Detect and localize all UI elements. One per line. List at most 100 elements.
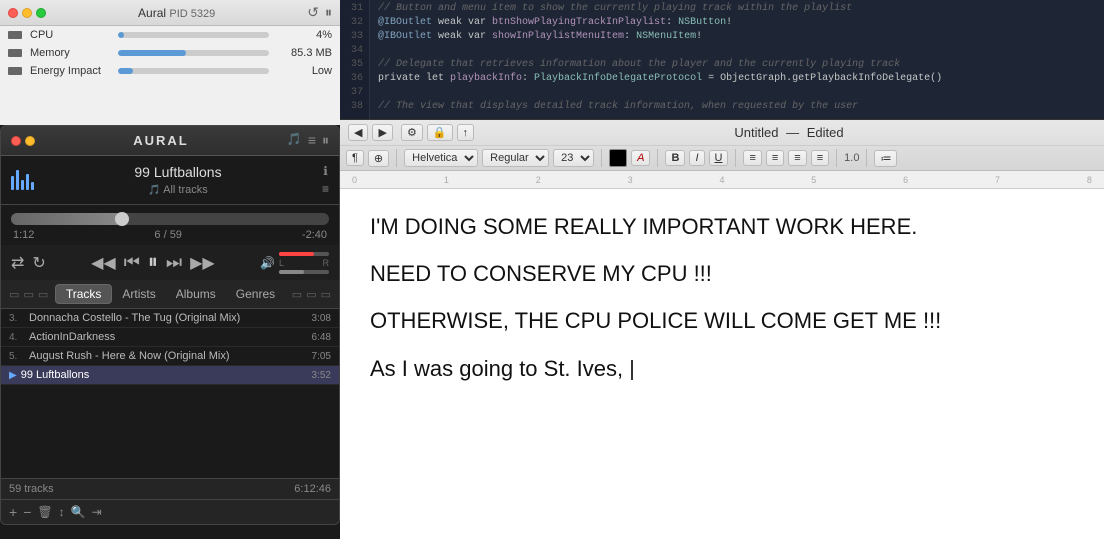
progress-times: 1:12 6 / 59 -2:40 <box>11 229 329 241</box>
player-header: AURAL 🎵 ≡ ⏸ <box>1 126 339 156</box>
format-link-btn[interactable]: ⊕ <box>368 150 389 167</box>
font-size-select[interactable]: 23 <box>553 149 594 167</box>
info-icon[interactable]: ℹ <box>322 164 329 178</box>
font-style-select[interactable]: Regular <box>482 149 549 167</box>
list-item[interactable]: 3. Donnacha Costello - The Tug (Original… <box>1 309 339 328</box>
editor-toolbar-top: ◀ ▶ ⚙ 🔒 ↑ Untitled — Edited <box>340 120 1104 146</box>
tab-icon-3[interactable]: ▭ <box>38 288 48 301</box>
list-button[interactable]: ≔ <box>874 150 897 167</box>
cpu-metric: CPU 4% <box>0 26 340 44</box>
tab-icon-1[interactable]: ▭ <box>9 288 19 301</box>
close-button[interactable] <box>8 8 18 18</box>
code-line-37 <box>378 86 942 100</box>
code-lines: // Button and menu item to show the curr… <box>370 0 950 119</box>
maximize-button[interactable] <box>36 8 46 18</box>
tab-albums[interactable]: Albums <box>166 285 226 303</box>
text-color-picker[interactable] <box>609 149 627 167</box>
list-icon[interactable]: ≡ <box>322 182 329 196</box>
left-controls: ⇄ ↻ <box>11 253 46 273</box>
list-item[interactable]: 5. August Rush - Here & Now (Original Mi… <box>1 347 339 366</box>
next-button[interactable]: ⏭ <box>166 252 182 273</box>
toolbar-sep-4 <box>735 149 736 167</box>
am-actions: ↺ ⏸ <box>307 4 332 21</box>
toolbar-share[interactable]: ↑ <box>457 124 475 141</box>
refresh-icon[interactable]: ↺ <box>307 4 319 21</box>
track-name: August Rush - Here & Now (Original Mix) <box>29 350 312 362</box>
font-family-select[interactable]: Helvetica <box>404 149 478 167</box>
track-list[interactable]: 3. Donnacha Costello - The Tug (Original… <box>1 309 339 478</box>
toolbar-sep-6 <box>866 149 867 167</box>
repeat-button[interactable]: ↻ <box>32 253 45 273</box>
underline-button[interactable]: U <box>709 150 729 166</box>
memory-metric: Memory 85.3 MB <box>0 44 340 62</box>
player-info-icon[interactable]: 🎵 <box>287 132 302 149</box>
editor-line-4: As I was going to St. Ives, <box>370 351 1074 386</box>
volume-bar[interactable] <box>279 252 329 256</box>
toolbar-lock[interactable]: 🔒 <box>427 124 453 141</box>
import-button[interactable]: ⇥ <box>92 504 102 520</box>
add-track-button[interactable]: + <box>9 504 17 520</box>
tab-icon-2[interactable]: ▭ <box>23 288 33 301</box>
format-paragraph-btn[interactable]: ¶ <box>346 150 364 166</box>
italic-button[interactable]: I <box>689 150 704 166</box>
fastforward-button[interactable]: ▶▶ <box>190 253 215 273</box>
ruler-6: 6 <box>903 175 908 185</box>
player-list-icon[interactable]: ≡ <box>308 132 316 149</box>
pause-icon[interactable]: ⏸ <box>325 4 332 21</box>
energy-icon <box>8 67 22 75</box>
rich-text-editor: ◀ ▶ ⚙ 🔒 ↑ Untitled — Edited ¶ ⊕ <box>340 120 1104 539</box>
traffic-lights <box>8 8 46 18</box>
time-elapsed: 1:12 <box>13 229 34 241</box>
player-progress: 1:12 6 / 59 -2:40 <box>1 205 339 245</box>
energy-value: Low <box>277 65 332 77</box>
progress-bar[interactable] <box>11 213 329 225</box>
clear-button[interactable]: 🗑 <box>37 504 52 520</box>
tab-icons-right: ▭ ▭ ▭ <box>292 288 331 301</box>
align-justify-button[interactable]: ≡ <box>811 150 829 166</box>
tab-icons-left: ▭ ▭ ▭ <box>9 288 48 301</box>
editor-line-2: NEED TO CONSERVE MY CPU !!! <box>370 256 1074 291</box>
shuffle-button[interactable]: ⇄ <box>11 253 24 273</box>
tab-icon-5[interactable]: ▭ <box>306 288 316 301</box>
align-center-button[interactable]: ≡ <box>766 150 784 166</box>
minimize-button[interactable] <box>22 8 32 18</box>
align-right-button[interactable]: ≡ <box>788 150 806 166</box>
volume-icon[interactable]: 🔊 <box>260 256 275 270</box>
toolbar-arrow-right[interactable]: ▶ <box>372 124 392 141</box>
list-item-active[interactable]: ▶ 99 Luftballons 3:52 <box>1 366 339 385</box>
toolbar-arrow-left[interactable]: ◀ <box>348 124 368 141</box>
tab-artists[interactable]: Artists <box>112 285 165 303</box>
list-item[interactable]: 4. ActionInDarkness 6:48 <box>1 328 339 347</box>
remove-track-button[interactable]: − <box>23 504 31 520</box>
tab-icon-4[interactable]: ▭ <box>292 288 302 301</box>
memory-icon <box>8 49 22 57</box>
sort-button[interactable]: ↕ <box>59 504 65 520</box>
player-traffic-lights <box>11 136 35 146</box>
clear-format-button[interactable]: A <box>631 150 650 166</box>
code-line-33: @IBOutlet weak var showInPlaylistMenuIte… <box>378 30 942 44</box>
align-left-button[interactable]: ≡ <box>743 150 761 166</box>
editor-line-1: I'M DOING SOME REALLY IMPORTANT WORK HER… <box>370 209 1074 244</box>
toolbar-left: ◀ ▶ <box>348 124 393 141</box>
energy-bar <box>118 68 269 74</box>
editor-content[interactable]: I'M DOING SOME REALLY IMPORTANT WORK HER… <box>340 189 1104 539</box>
tab-genres[interactable]: Genres <box>226 285 285 303</box>
tab-icon-6[interactable]: ▭ <box>321 288 331 301</box>
toolbar-gear[interactable]: ⚙ <box>401 124 423 141</box>
track-num: 5. <box>9 351 29 362</box>
volume-l-label: L <box>279 258 284 268</box>
player-close-button[interactable] <box>11 136 21 146</box>
cursor <box>631 360 633 380</box>
rewind-button[interactable]: ◀◀ <box>91 253 116 273</box>
balance-bar[interactable] <box>279 270 329 274</box>
search-button[interactable]: 🔍 <box>71 504 86 520</box>
total-duration: 6:12:46 <box>294 483 331 495</box>
progress-thumb[interactable] <box>115 212 129 226</box>
tab-tracks[interactable]: Tracks <box>55 284 113 304</box>
bold-button[interactable]: B <box>665 150 685 166</box>
player-pause-icon[interactable]: ⏸ <box>322 132 329 149</box>
track-footer: 59 tracks 6:12:46 <box>1 478 339 499</box>
prev-button[interactable]: ⏮ <box>124 252 140 273</box>
pause-button[interactable]: ⏸ <box>148 251 158 274</box>
player-minimize-button[interactable] <box>25 136 35 146</box>
